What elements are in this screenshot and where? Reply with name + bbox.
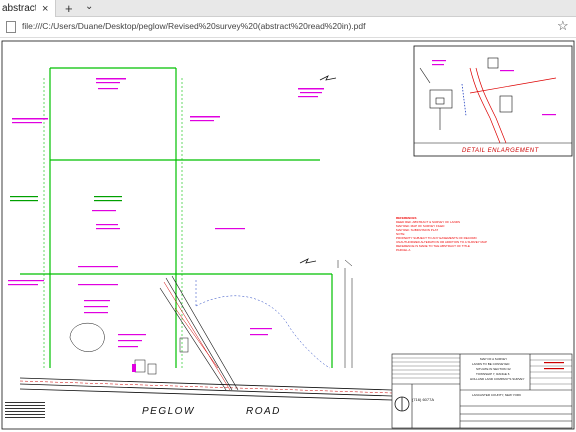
address-bar[interactable]: file:///C:/Users/Duane/Desktop/peglow/Re… xyxy=(0,17,576,38)
notes-line: PARCEL A xyxy=(396,248,411,252)
tab-bar: abstract × + ⌄ xyxy=(0,0,576,17)
title-block-line: LANDS TO BE CONVEYED xyxy=(472,362,510,366)
pdf-viewer[interactable]: DETAIL ENLARGEMENT REFERENCES DEED REF. … xyxy=(0,38,576,432)
url-text[interactable]: file:///C:/Users/Duane/Desktop/peglow/Re… xyxy=(22,21,365,31)
star-icon[interactable]: ☆ xyxy=(557,18,569,34)
title-block-line: MAP OF A SURVEY xyxy=(480,357,508,361)
title-block-line: TOWNSHIP 7, RANGE 6 xyxy=(476,372,510,376)
road-label-peglow: PEGLOW xyxy=(142,406,195,417)
chevron-down-icon[interactable]: ⌄ xyxy=(85,1,93,12)
close-icon[interactable]: × xyxy=(42,3,48,15)
title-block-line: LANCASTER COUNTY, NEW YORK xyxy=(472,393,522,397)
tab-abstract[interactable]: abstract × xyxy=(0,0,56,17)
firm-phone: (716) 6077A xyxy=(412,397,435,402)
new-tab-button[interactable]: + xyxy=(65,1,73,16)
references-notes: REFERENCES DEED REF. ABSTRACT & SURVEY O… xyxy=(396,216,566,252)
detail-enlargement-title: DETAIL ENLARGEMENT xyxy=(462,148,539,154)
title-block-line: SITUATE IN SECTION 32 xyxy=(476,367,511,371)
road-label-road: ROAD xyxy=(246,406,281,417)
title-block-line: HOLLAND LAND COMPANY'S SURVEY xyxy=(470,377,525,381)
tab-title: abstract xyxy=(2,3,36,14)
file-icon xyxy=(6,21,16,33)
